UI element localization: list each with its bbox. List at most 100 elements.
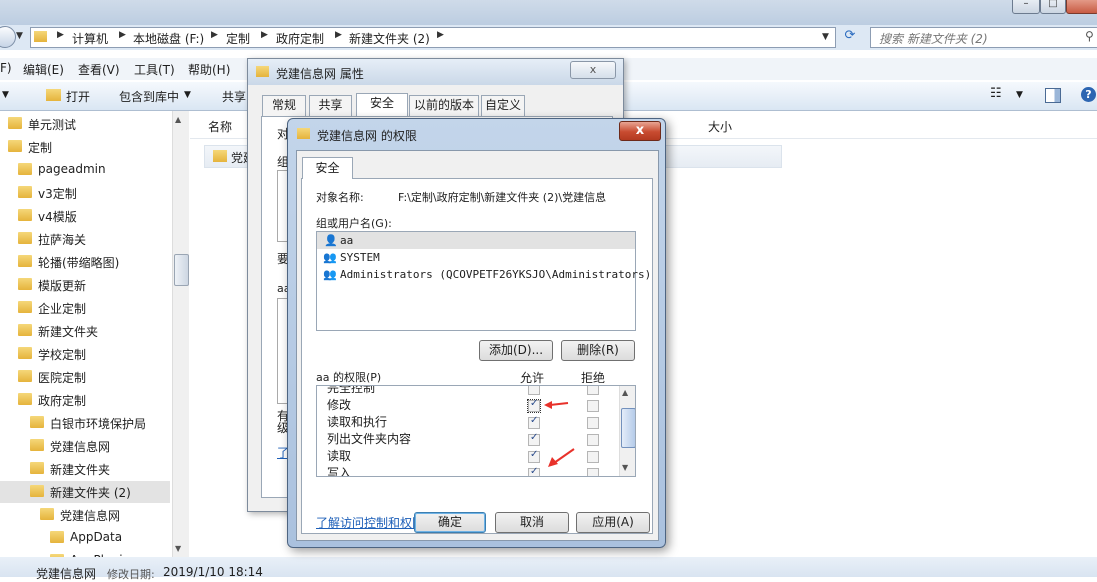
nav-item[interactable]: 新建文件夹 — [0, 458, 170, 480]
preview-pane-icon[interactable] — [1045, 88, 1061, 103]
menu-edit[interactable]: 编辑(E) — [23, 61, 64, 78]
breadcrumb-drive[interactable]: 本地磁盘 (F:) — [133, 30, 204, 47]
nav-item[interactable]: 政府定制 — [0, 389, 170, 411]
search-icon[interactable]: ⚲ — [1085, 29, 1094, 43]
tab-security[interactable]: 安全 — [356, 93, 408, 117]
apply-button[interactable]: 应用(A) — [576, 512, 650, 533]
breadcrumb-custom[interactable]: 定制 — [226, 30, 250, 47]
tab-customize[interactable]: 自定义 — [481, 95, 525, 117]
refresh-icon[interactable]: ⟳ — [841, 28, 859, 46]
nav-item[interactable]: 学校定制 — [0, 343, 170, 365]
nav-item-label: 定制 — [28, 141, 53, 155]
object-name-value: F:\定制\政府定制\新建文件夹 (2)\党建信息 — [398, 191, 607, 204]
nav-item[interactable]: AppData — [0, 527, 170, 549]
permission-scrollbar[interactable]: ▲ ▼ — [619, 386, 635, 476]
share-button[interactable]: 共享 — [222, 88, 246, 105]
ok-button[interactable]: 确定 — [414, 512, 486, 533]
menu-tools[interactable]: 工具(T) — [134, 61, 175, 78]
breadcrumb-gov[interactable]: 政府定制 — [276, 30, 324, 47]
scroll-thumb[interactable] — [621, 408, 635, 448]
nav-item[interactable]: 拉萨海关 — [0, 228, 170, 250]
maximize-button[interactable]: □ — [1040, 0, 1066, 14]
user-row-selected[interactable]: 👤 aa — [317, 232, 635, 249]
user-name[interactable]: Administrators (QCOVPETF26YKSJO\Administ… — [340, 268, 651, 281]
scroll-up-icon[interactable]: ▲ — [622, 388, 628, 397]
view-options-icon[interactable]: ☷ — [990, 86, 1002, 101]
properties-title-bar: 党建信息网 属性 x — [248, 59, 623, 85]
tab-sharing[interactable]: 共享 — [309, 95, 352, 117]
column-size[interactable]: 大小 — [708, 118, 732, 135]
organize-dropdown-icon[interactable]: ▼ — [2, 90, 9, 100]
user-name[interactable]: aa — [340, 234, 353, 247]
breadcrumb-arrow-icon[interactable]: ▶ — [119, 30, 126, 40]
allow-checkbox[interactable] — [528, 449, 540, 463]
nav-item-label: 学校定制 — [38, 348, 87, 362]
breadcrumb-arrow-icon[interactable]: ▶ — [57, 30, 64, 40]
permissions-dialog: 党建信息网 的权限 x 安全 对象名称: F:\定制\政府定制\新建文件夹 (2… — [287, 118, 666, 548]
breadcrumb-arrow-icon[interactable]: ▶ — [261, 30, 268, 40]
cancel-button[interactable]: 取消 — [495, 512, 569, 533]
open-button[interactable]: 打开 — [66, 88, 90, 105]
allow-checkbox[interactable] — [528, 386, 540, 395]
menu-file[interactable]: F) — [0, 61, 12, 75]
properties-close-button[interactable]: x — [570, 61, 616, 79]
open-folder-icon — [46, 89, 61, 101]
nav-item[interactable]: 党建信息网 — [0, 504, 170, 526]
permissions-body: 安全 对象名称: F:\定制\政府定制\新建文件夹 (2)\党建信息 组或用户名… — [296, 150, 659, 541]
nav-item[interactable]: pageadmin — [0, 159, 170, 181]
scroll-down-icon[interactable]: ▼ — [175, 544, 181, 553]
close-window-button[interactable] — [1066, 0, 1097, 14]
breadcrumb-current[interactable]: 新建文件夹 (2) — [349, 30, 430, 47]
allow-checkbox[interactable] — [528, 466, 540, 476]
user-list[interactable]: 👤 aa 👥 SYSTEM 👥 Administrators (QCOVPETF… — [316, 231, 651, 331]
allow-checkbox[interactable] — [528, 432, 540, 446]
nav-item[interactable]: 党建信息网 — [0, 435, 170, 457]
recent-pages-arrow-icon[interactable]: ▼ — [16, 31, 23, 41]
menu-help[interactable]: 帮助(H) — [188, 61, 230, 78]
permissions-for-label: aa 的权限(P) — [316, 371, 382, 384]
nav-item[interactable]: 单元测试 — [0, 113, 170, 135]
nav-scrollbar[interactable]: ▲ ▼ — [172, 111, 189, 557]
nav-item[interactable]: 轮播(带缩略图) — [0, 251, 170, 273]
nav-item[interactable]: 白银市环境保护局 — [0, 412, 170, 434]
search-box[interactable]: 搜索 新建文件夹 (2) ⚲ — [870, 27, 1097, 48]
breadcrumb-arrow-icon[interactable]: ▶ — [211, 30, 218, 40]
address-bar[interactable]: ▶ 计算机 ▶ 本地磁盘 (F:) ▶ 定制 ▶ 政府定制 ▶ 新建文件夹 (2… — [30, 27, 836, 48]
search-placeholder: 搜索 新建文件夹 (2) — [879, 32, 988, 46]
nav-item[interactable]: 定制 — [0, 136, 170, 158]
nav-item[interactable]: v3定制 — [0, 182, 170, 204]
permissions-close-button[interactable]: x — [619, 121, 661, 141]
column-name[interactable]: 名称 — [208, 118, 232, 135]
scroll-up-icon[interactable]: ▲ — [175, 115, 181, 124]
folder-icon — [34, 31, 47, 42]
nav-item[interactable]: 医院定制 — [0, 366, 170, 388]
include-dropdown-icon[interactable]: ▼ — [184, 90, 191, 100]
menu-view[interactable]: 查看(V) — [78, 61, 120, 78]
breadcrumb-computer[interactable]: 计算机 — [72, 30, 108, 47]
view-dropdown-icon[interactable]: ▼ — [1016, 90, 1023, 100]
user-name[interactable]: SYSTEM — [340, 251, 380, 264]
include-in-library-button[interactable]: 包含到库中 — [119, 88, 179, 105]
add-button[interactable]: 添加(D)... — [479, 340, 553, 361]
nav-item[interactable]: 新建文件夹 (2) — [0, 481, 170, 503]
help-icon[interactable]: ? — [1081, 87, 1096, 102]
scroll-down-icon[interactable]: ▼ — [622, 463, 628, 472]
allow-checkbox[interactable] — [528, 415, 540, 429]
nav-item[interactable]: 新建文件夹 — [0, 320, 170, 342]
tab-previous-versions[interactable]: 以前的版本 — [409, 95, 479, 117]
minimize-button[interactable]: – — [1012, 0, 1040, 14]
tab-general[interactable]: 常规 — [262, 95, 306, 117]
allow-checkbox[interactable] — [527, 398, 541, 413]
nav-item[interactable]: 企业定制 — [0, 297, 170, 319]
tab-security[interactable]: 安全 — [302, 157, 353, 179]
breadcrumb-arrow-icon[interactable]: ▶ — [437, 30, 444, 40]
nav-item[interactable]: 模版更新 — [0, 274, 170, 296]
learn-more-link[interactable]: 了解访问控制和权限 — [316, 514, 424, 531]
address-dropdown-icon[interactable]: ▼ — [822, 32, 829, 42]
group-icon: 👥 — [323, 268, 337, 281]
remove-button[interactable]: 删除(R) — [561, 340, 635, 361]
breadcrumb-arrow-icon[interactable]: ▶ — [335, 30, 342, 40]
scroll-thumb[interactable] — [174, 254, 189, 286]
nav-item[interactable]: v4模版 — [0, 205, 170, 227]
nav-item-label: v4模版 — [38, 210, 77, 224]
